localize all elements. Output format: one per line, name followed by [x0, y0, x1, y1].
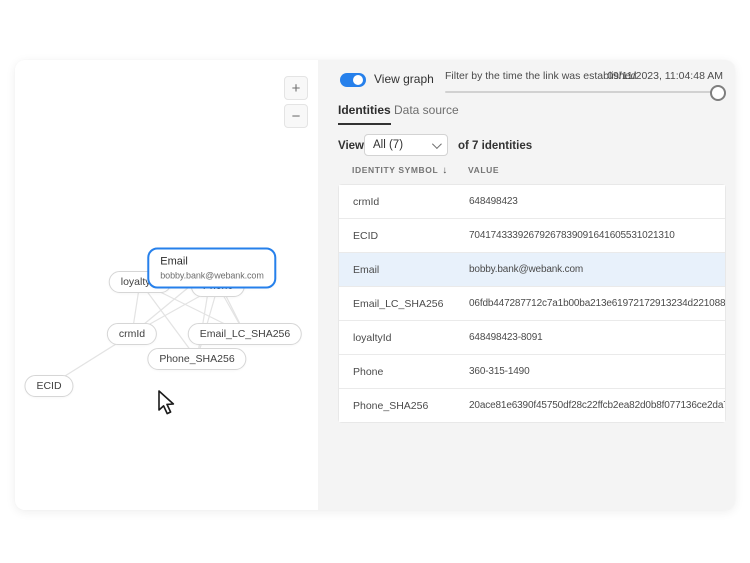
graph-node-Phone_SHA256[interactable]: Phone_SHA256 — [147, 348, 246, 370]
view-graph-label: View graph — [374, 72, 434, 86]
identity-value-cell: 648498423 — [469, 196, 725, 207]
table-row-Phone[interactable]: Phone360-315-1490 — [339, 355, 725, 389]
sort-descending-icon: ↓ — [442, 165, 448, 176]
view-graph-toggle[interactable] — [340, 73, 366, 87]
view-label: View — [338, 140, 364, 152]
identity-graph-card: loyaltyId Phone crmId Email_LC_SHA256 Phone_… — [15, 60, 735, 510]
table-row-crmId[interactable]: crmId648498423 — [339, 185, 725, 219]
view-dropdown[interactable]: All (7) — [364, 134, 448, 156]
graph-node-label: Phone_SHA256 — [159, 353, 234, 365]
graph-node-Email_LC_SHA256[interactable]: Email_LC_SHA256 — [188, 323, 302, 345]
identity-value-cell: 06fdb447287712c7a1b00ba213e6197217291323… — [469, 298, 725, 309]
time-filter-value: 09/11/2023, 11:04:48 AM — [607, 70, 723, 82]
graph-node-label: Email_LC_SHA256 — [200, 328, 290, 340]
identity-value-cell: 70417433392679267839091641605531021310 — [469, 230, 725, 241]
identities-count-label: of 7 identities — [458, 140, 532, 152]
zoom-in-button[interactable]: + — [284, 76, 308, 100]
identity-symbol-cell: loyaltyId — [339, 332, 469, 344]
identity-value-cell: 360-315-1490 — [469, 366, 725, 377]
graph-panel[interactable]: loyaltyIdPhonecrmIdEmail_LC_SHA256Phone_… — [15, 60, 318, 510]
identity-symbol-cell: crmId — [339, 196, 469, 208]
identity-value-cell: bobby.bank@webank.com — [469, 264, 725, 275]
time-slider[interactable] — [445, 91, 717, 93]
column-header-value[interactable]: VALUE — [468, 165, 499, 175]
identities-panel: View graph Filter by the time the link w… — [318, 60, 735, 510]
toggle-knob — [353, 75, 363, 85]
mouse-cursor-icon — [158, 390, 178, 416]
graph-node-label: ECID — [36, 380, 61, 392]
table-row-loyaltyId[interactable]: loyaltyId648498423-8091 — [339, 321, 725, 355]
tab-data-source[interactable]: Data source — [394, 103, 459, 123]
table-row-Phone_SHA256[interactable]: Phone_SHA25620ace81e6390f45750df28c22ffc… — [339, 389, 725, 422]
graph-node-label: crmId — [119, 328, 145, 340]
chevron-down-icon — [432, 139, 442, 149]
table-row-Email[interactable]: Emailbobby.bank@webank.com — [339, 253, 725, 287]
identity-symbol-cell: Phone_SHA256 — [339, 400, 469, 412]
graph-node-ECID[interactable]: ECID — [24, 375, 73, 397]
identity-symbol-cell: Email — [339, 264, 469, 276]
table-row-Email_LC_SHA256[interactable]: Email_LC_SHA25606fdb447287712c7a1b00ba21… — [339, 287, 725, 321]
view-dropdown-value: All (7) — [373, 139, 403, 151]
identity-symbol-cell: Phone — [339, 366, 469, 378]
graph-node-crmId[interactable]: crmId — [107, 323, 157, 345]
identity-symbol-cell: Email_LC_SHA256 — [339, 298, 469, 310]
zoom-out-button[interactable]: − — [284, 104, 308, 128]
column-header-identity-symbol-label: IDENTITY SYMBOL — [352, 165, 438, 175]
identity-symbol-cell: ECID — [339, 230, 469, 242]
graph-node-Email[interactable]: Email bobby.bank@webank.com — [147, 248, 276, 289]
graph-node-sublabel: bobby.bank@webank.com — [160, 271, 263, 281]
tab-identities[interactable]: Identities — [338, 103, 391, 125]
column-header-identity-symbol[interactable]: IDENTITY SYMBOL ↓ — [352, 165, 448, 176]
graph-node-label: Email — [160, 256, 263, 268]
identity-value-cell: 20ace81e6390f45750df28c22ffcb2ea82d0b8f0… — [469, 400, 725, 411]
identity-value-cell: 648498423-8091 — [469, 332, 725, 343]
time-slider-handle[interactable] — [710, 85, 726, 101]
table-row-ECID[interactable]: ECID704174333926792678390916416055310213… — [339, 219, 725, 253]
identities-table: crmId648498423ECID7041743339267926783909… — [338, 184, 726, 423]
